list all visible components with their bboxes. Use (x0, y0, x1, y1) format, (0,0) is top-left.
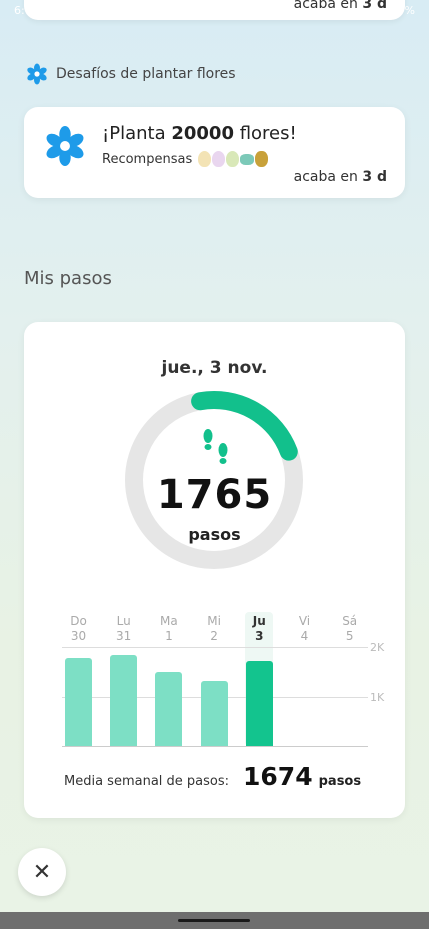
day-name: Do (70, 614, 87, 628)
reward-egg-icon (212, 151, 226, 167)
flower-icon (27, 63, 47, 85)
challenge-title: ¡Planta 20000 flores! (102, 123, 297, 144)
weekly-value: 1674 (243, 762, 313, 791)
step-bar-1[interactable] (110, 655, 138, 746)
reward-macaron-icon (240, 153, 255, 165)
day-number: 31 (116, 629, 132, 643)
day-name: Vi (298, 614, 311, 628)
weekly-unit: pasos (318, 774, 362, 789)
day-number: 30 (70, 629, 87, 643)
y-tick-2k: 2K (370, 641, 385, 654)
status-battery: % (404, 4, 415, 17)
day-name: Ma (160, 614, 178, 628)
navigation-bar (0, 912, 429, 929)
rewards-label: Recompensas (102, 151, 193, 167)
chart-baseline (62, 746, 368, 747)
day-label-1[interactable]: Lu 31 (102, 614, 146, 644)
step-bar-2[interactable] (155, 671, 183, 746)
previous-challenge-ends: acaba en 3 d (293, 0, 387, 12)
y-tick-1k: 1K (370, 691, 385, 704)
day-label-0[interactable]: Do 30 (57, 614, 101, 644)
reward-pot-icon (255, 151, 269, 167)
step-count: 1765 (156, 472, 273, 518)
step-bar-0[interactable] (65, 658, 92, 746)
reward-icons (198, 151, 269, 167)
day-number: 2 (210, 629, 218, 643)
steps-date: jue., 3 nov. (161, 358, 268, 378)
my-steps-title: Mis pasos (24, 268, 112, 289)
day-label-4[interactable]: Ju 3 (237, 614, 281, 644)
day-label-6[interactable]: Sá 5 (328, 614, 372, 644)
day-name: Lu (116, 614, 131, 628)
day-label-3[interactable]: Mi 2 (192, 614, 236, 644)
day-number: 4 (300, 629, 309, 643)
plant-flowers-challenge-card[interactable]: ¡Planta 20000 flores! Recompensas acaba … (24, 107, 405, 198)
home-handle[interactable] (178, 919, 250, 922)
reward-egg-icon (198, 151, 212, 167)
day-number: 1 (165, 629, 173, 643)
previous-challenge-card[interactable]: acaba en 3 d (24, 0, 405, 20)
day-label-2[interactable]: Ma 1 (147, 614, 191, 644)
day-number: 3 (255, 629, 264, 643)
day-label-5[interactable]: Vi 4 (283, 614, 327, 644)
flower-icon (46, 125, 84, 167)
weekly-average: Media semanal de pasos: 1674 pasos (64, 762, 361, 791)
step-bar-3[interactable] (200, 680, 228, 746)
day-number: 5 (345, 629, 354, 643)
day-name: Sá (342, 614, 358, 628)
section-title: Desafíos de plantar flores (56, 66, 236, 82)
footprints-icon (203, 429, 228, 464)
challenge-ends: acaba en 3 d (293, 169, 387, 185)
day-name: Mi (207, 614, 221, 628)
challenge-rewards: Recompensas (102, 151, 269, 167)
weekly-label: Media semanal de pasos: (64, 774, 230, 789)
step-bar-4[interactable] (245, 661, 273, 746)
close-button[interactable]: ✕ (18, 848, 66, 896)
steps-card[interactable]: jue., 3 nov. 1765 pasos Do 30 Lu 31 Ma 1 Mi 2 Ju… (24, 322, 405, 818)
flower-challenges-header: Desafíos de plantar flores (26, 62, 236, 86)
gridline-2k (62, 647, 368, 648)
reward-egg-icon (226, 151, 240, 167)
day-name: Ju (252, 614, 266, 628)
step-unit: pasos (188, 525, 241, 544)
